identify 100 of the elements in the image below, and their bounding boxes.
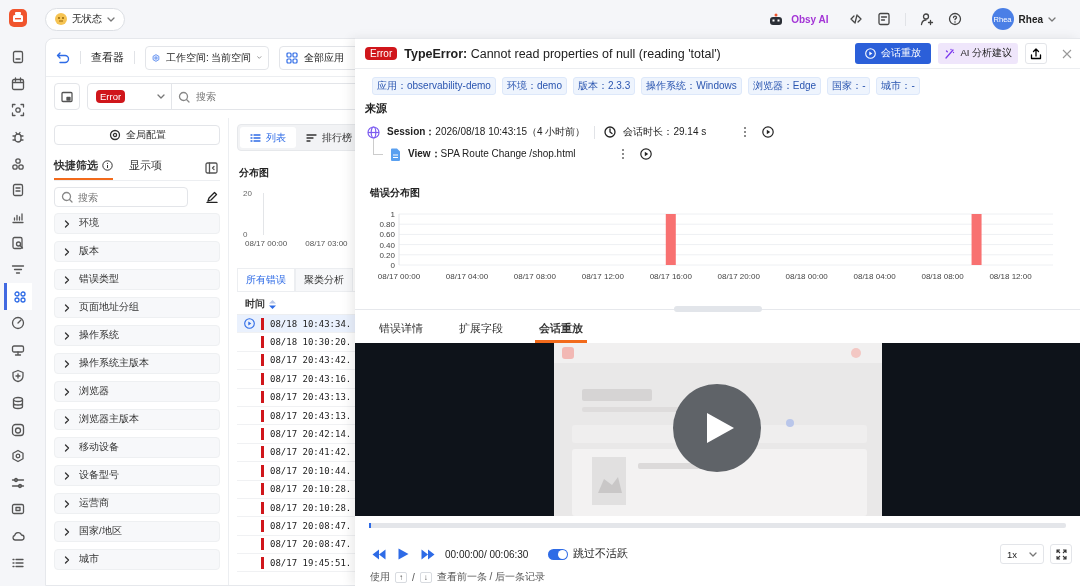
tab[interactable]: 显示项 — [129, 155, 162, 180]
axis-label: 20 — [243, 189, 253, 198]
edit-icon[interactable] — [206, 191, 218, 203]
tab[interactable]: 快捷筛选 — [54, 155, 113, 180]
fast-forward-icon[interactable] — [421, 548, 435, 560]
filter-group[interactable]: 操作系统主版本 — [54, 353, 220, 374]
filter-group[interactable]: 移动设备 — [54, 437, 220, 458]
tag: 环境：demo — [501, 77, 567, 95]
caret-icon — [1048, 16, 1056, 22]
play-icon[interactable] — [640, 148, 652, 160]
axis-label: 0 — [390, 261, 395, 270]
tab[interactable]: 所有错误 — [237, 268, 295, 291]
axis-label: 0.60 — [379, 230, 395, 240]
filter-group[interactable]: 城市 — [54, 549, 220, 570]
speed-select[interactable]: 1x — [1000, 544, 1044, 564]
info-icon — [102, 160, 113, 171]
table-cell: 08/17 20:43:16. — [270, 373, 352, 384]
table-cell: 08/17 20:10:28. — [270, 502, 352, 513]
filter-group[interactable]: 浏览器 — [54, 381, 220, 402]
document-icon — [390, 147, 401, 161]
axis-label: 08/17 00:00 — [377, 272, 421, 281]
play-icon — [865, 48, 877, 59]
severity-mark — [261, 538, 264, 551]
filter-group[interactable]: 浏览器主版本 — [54, 409, 220, 430]
tab[interactable]: 错误详情 — [375, 320, 427, 343]
filter-group[interactable]: 操作系统 — [54, 325, 220, 346]
filter-group[interactable]: 运营商 — [54, 493, 220, 514]
global-config-button[interactable]: 全局配置 — [54, 125, 220, 145]
filter-group[interactable]: 错误类型 — [54, 269, 220, 290]
search-icon — [178, 90, 190, 103]
filter-group[interactable]: 页面地址分组 — [54, 297, 220, 318]
hint-text: / — [412, 571, 415, 583]
sidebar-item[interactable] — [4, 283, 32, 310]
table-cell: 08/17 20:42:14. — [270, 429, 352, 440]
ai-analysis-button[interactable]: AI 分析建议 — [938, 43, 1018, 64]
play-icon[interactable] — [762, 126, 775, 138]
chart-title: 错误分布图 — [369, 186, 421, 200]
document-icon — [11, 50, 25, 65]
view-tab[interactable]: 列表 — [240, 127, 296, 148]
back-icon[interactable] — [56, 50, 70, 65]
window-icon — [11, 502, 25, 517]
tab[interactable]: 扩展字段 — [455, 320, 507, 343]
severity-mark — [261, 464, 264, 477]
filter-group[interactable]: 设备型号 — [54, 465, 220, 486]
filter-group[interactable]: 环境 — [54, 213, 220, 234]
level-select[interactable]: Error — [88, 84, 172, 109]
play-icon — [705, 411, 735, 445]
scan-icon — [11, 103, 25, 118]
play-icon — [243, 318, 255, 330]
resize-handle[interactable] — [673, 306, 762, 312]
toggle-switch[interactable] — [548, 548, 569, 560]
severity-mark — [261, 556, 264, 569]
hint-text: 使用 — [370, 570, 390, 584]
tab[interactable]: 聚类分析 — [295, 268, 353, 291]
playback-time: 00:00:00/ 00:06:30 — [445, 548, 529, 560]
search-field[interactable]: 搜索 — [196, 88, 296, 105]
more-icon[interactable] — [621, 148, 625, 160]
add-user-icon[interactable] — [919, 12, 934, 26]
tag: 浏览器：Edge — [747, 77, 822, 95]
axis-label: 1 — [390, 210, 395, 219]
grid-icon — [286, 51, 298, 64]
screen-button[interactable] — [54, 83, 80, 110]
severity-mark — [261, 483, 264, 496]
sort-icon — [269, 300, 276, 309]
export-button[interactable] — [1025, 43, 1047, 64]
table-cell: 08/17 20:43:42. — [270, 355, 352, 366]
axis-label: 08/17 03:00 — [305, 239, 348, 248]
axis-label: 0.40 — [379, 240, 395, 250]
rewind-icon[interactable] — [372, 548, 386, 560]
axis-label: 08/17 04:00 — [445, 272, 489, 281]
severity-mark — [261, 520, 264, 532]
status-dropdown[interactable]: 无状态 — [45, 7, 125, 31]
monitor-icon — [11, 342, 25, 357]
filter-group[interactable]: 国家/地区 — [54, 521, 220, 542]
caret-icon — [257, 55, 262, 60]
tag: 版本：2.3.3 — [572, 77, 636, 95]
hint-text: 查看前一条 / 后一条记录 — [436, 570, 546, 584]
more-icon[interactable] — [743, 126, 748, 138]
help-icon[interactable] — [947, 12, 962, 26]
hexagon-icon — [11, 449, 25, 464]
page-title: 查看器 — [91, 50, 124, 65]
code-icon[interactable] — [848, 12, 863, 26]
cloud-icon — [11, 529, 25, 543]
collapse-panel-icon[interactable] — [205, 161, 218, 174]
document-icon[interactable] — [876, 12, 891, 26]
close-icon[interactable] — [1062, 48, 1072, 59]
axis-label: 0 — [243, 230, 249, 239]
fullscreen-button[interactable] — [1050, 544, 1072, 564]
axis-label: 0.20 — [379, 250, 395, 260]
filter-group[interactable]: 版本 — [54, 241, 220, 262]
table-cell: 08/17 20:10:44. — [270, 465, 352, 476]
workspace-select[interactable]: 工作空间: 当前空间 — [145, 45, 269, 70]
bars-icon — [306, 132, 317, 143]
error-badge: Error — [365, 47, 398, 60]
severity-mark — [261, 336, 264, 349]
session-replay-button[interactable]: 会话重放 — [855, 43, 932, 64]
ai-assistant-button[interactable]: Obsy AI — [769, 12, 829, 26]
axis-label: 08/17 00:00 — [245, 239, 288, 248]
search-field[interactable]: 搜索 — [54, 187, 188, 207]
tree-connector — [373, 139, 383, 155]
